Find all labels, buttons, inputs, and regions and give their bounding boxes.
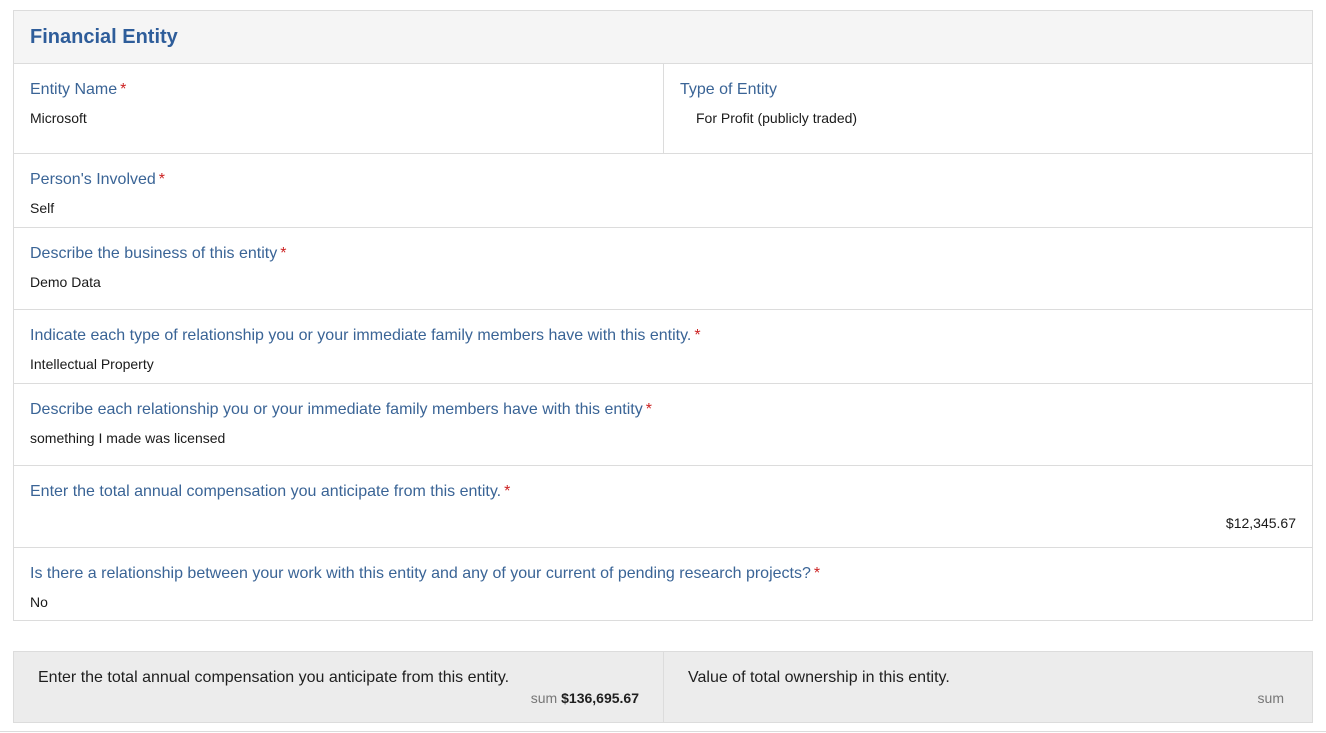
required-marker: * [504,483,511,500]
entity-name-label: Entity Name * [30,80,647,100]
business-description-value: Demo Data [30,274,101,290]
financial-entity-panel: Financial Entity Entity Name * Microsoft … [13,10,1313,621]
required-marker: * [813,565,821,582]
relationship-description-label-text: Describe each relationship you or your i… [30,401,643,418]
summary-compensation-sum: sum $136,695.67 [531,690,639,706]
sum-label: sum [1257,690,1284,706]
field-entity-name: Entity Name * Microsoft [14,64,664,153]
summary-compensation: Enter the total annual compensation you … [14,652,664,722]
persons-involved-value: Self [30,200,55,216]
entity-name-value: Microsoft [30,110,87,126]
persons-involved-label: Person's Involved * [30,170,1296,190]
row-business-description: Describe the business of this entity * De… [14,228,1312,310]
summary-ownership-label: Value of total ownership in this entity. [688,669,950,686]
summary-compensation-label: Enter the total annual compensation you … [38,669,510,686]
persons-involved-label-text: Person's Involved [30,171,156,188]
row-relationship-type: Indicate each type of relationship you o… [14,310,1312,384]
annual-compensation-value: $12,345.67 [1225,515,1296,531]
sum-value: $136,695.67 [561,690,639,706]
summary-bar: Enter the total annual compensation you … [13,651,1313,723]
entity-type-label: Type of Entity [680,81,777,98]
row-entity-name-type: Entity Name * Microsoft Type of Entity Fo… [14,64,1312,154]
business-description-label-text: Describe the business of this entity [30,245,278,262]
research-relationship-label: Is there a relationship between your wor… [30,564,1296,584]
required-marker: * [158,171,166,188]
relationship-type-label-text: Indicate each type of relationship you o… [30,327,692,344]
row-annual-compensation: Enter the total annual compensation you … [14,466,1312,548]
research-relationship-label-text: Is there a relationship between your wor… [30,565,811,582]
field-annual-compensation: Enter the total annual compensation you … [14,466,1312,532]
required-marker: * [694,327,701,344]
field-persons-involved: Person's Involved * Self [14,154,1312,217]
required-marker: * [280,245,287,262]
business-description-label: Describe the business of this entity * [30,244,1296,264]
row-relationship-description: Describe each relationship you or your i… [14,384,1312,466]
row-persons-involved: Person's Involved * Self [14,154,1312,228]
summary-ownership-sum: sum [1258,690,1288,706]
bottom-divider [0,731,1326,732]
row-research-relationship: Is there a relationship between your wor… [14,548,1312,622]
relationship-type-value: Intellectual Property [30,356,154,372]
relationship-description-value: something I made was licensed [30,430,226,446]
required-marker: * [645,401,652,418]
panel-title: Financial Entity [30,26,178,48]
sum-label: sum [530,690,558,706]
field-research-relationship: Is there a relationship between your wor… [14,548,1312,611]
panel-header: Financial Entity [14,11,1312,64]
field-business-description: Describe the business of this entity * De… [14,228,1312,291]
relationship-type-label: Indicate each type of relationship you o… [30,326,1296,346]
required-marker: * [120,81,127,98]
entity-type-value: For Profit (publicly traded) [696,110,858,126]
field-entity-type: Type of Entity For Profit (publicly trad… [664,64,1312,153]
entity-name-label-text: Entity Name [30,81,118,98]
relationship-description-label: Describe each relationship you or your i… [30,400,1296,420]
research-relationship-value: No [30,594,48,610]
annual-compensation-label: Enter the total annual compensation you … [30,482,1296,502]
annual-compensation-label-text: Enter the total annual compensation you … [30,483,502,500]
summary-ownership: Value of total ownership in this entity.… [664,652,1312,722]
field-relationship-type: Indicate each type of relationship you o… [14,310,1312,373]
field-relationship-description: Describe each relationship you or your i… [14,384,1312,447]
